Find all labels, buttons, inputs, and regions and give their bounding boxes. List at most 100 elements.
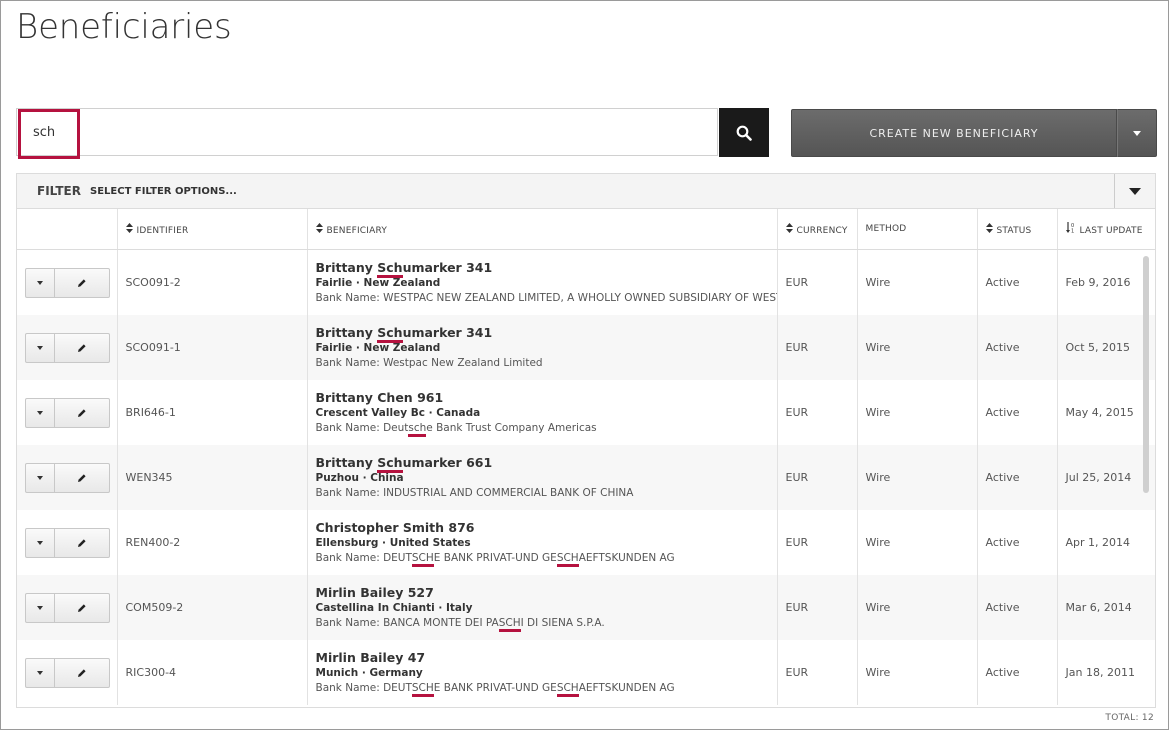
search-input[interactable]	[16, 108, 718, 156]
pencil-icon	[78, 278, 86, 287]
divider	[16, 707, 1156, 708]
cell-last-update: May 4, 2015	[1065, 406, 1134, 419]
beneficiary-name[interactable]: Brittany Schumarker 341	[316, 260, 777, 276]
row-menu-button[interactable]	[26, 268, 55, 297]
row-action-group	[25, 527, 110, 558]
table-header: IDENTIFIER BENEFICIARY CURRENCY METHOD S…	[17, 209, 1155, 250]
cell-beneficiary: Christopher Smith 876 Ellensburg · United…	[307, 510, 778, 575]
cell-last-update: Oct 5, 2015	[1057, 315, 1155, 380]
column-identifier[interactable]: IDENTIFIER	[117, 209, 308, 250]
beneficiary-name[interactable]: Christopher Smith 876	[316, 520, 777, 536]
beneficiary-name[interactable]: Mirlin Bailey 47	[316, 650, 777, 666]
cell-last-update: Feb 9, 2016	[1065, 276, 1131, 289]
column-actions	[17, 209, 118, 250]
table-row[interactable]: WEN345 Brittany Schumarker 661 Puzhou · Ch…	[17, 445, 1155, 510]
beneficiary-location: Fairlie · New Zealand	[315, 341, 441, 354]
cell-status: Active	[977, 445, 1058, 510]
cell-status: Active	[977, 510, 1058, 575]
cell-currency: EUR	[777, 380, 858, 445]
edit-button[interactable]	[55, 529, 109, 557]
table-row[interactable]: REN400-2 Christopher Smith 876 Ellensburg …	[17, 510, 1155, 575]
beneficiary-name[interactable]: Mirlin Bailey 527	[316, 585, 777, 601]
cell-method: Wire	[857, 380, 978, 445]
row-menu-button[interactable]	[26, 658, 55, 687]
row-actions	[17, 315, 118, 380]
beneficiaries-table: IDENTIFIER BENEFICIARY CURRENCY METHOD S…	[16, 209, 1156, 707]
beneficiary-location: Munich · Germany	[315, 666, 423, 679]
edit-button[interactable]	[55, 659, 109, 687]
beneficiary-bank: Bank Name: WESTPAC NEW ZEALAND LIMITED, …	[315, 291, 777, 304]
chevron-down-icon	[37, 605, 43, 610]
row-actions	[17, 575, 118, 640]
cell-beneficiary: Mirlin Bailey 527 Castellina In Chianti ·…	[307, 575, 778, 640]
chevron-down-icon	[37, 345, 43, 350]
sort-icon	[125, 222, 133, 235]
chevron-down-icon	[37, 670, 43, 675]
cell-identifier: WEN345	[117, 445, 308, 510]
create-options-dropdown[interactable]	[1117, 109, 1157, 157]
cell-last-update: Apr 1, 2014	[1065, 536, 1131, 549]
cell-status: Active	[977, 315, 1058, 380]
row-action-group	[25, 267, 110, 298]
column-beneficiary[interactable]: BENEFICIARY	[307, 209, 778, 250]
chevron-down-icon	[37, 475, 43, 480]
table-row[interactable]: SCO091-2 Brittany Schumarker 341 Fairlie ·…	[17, 249, 1155, 315]
cell-method: Wire	[857, 445, 978, 510]
svg-text:1: 1	[1071, 229, 1074, 234]
beneficiary-name[interactable]: Brittany Schumarker 341	[316, 325, 777, 341]
sort-icon	[785, 222, 793, 235]
row-menu-button[interactable]	[26, 398, 55, 427]
row-actions	[17, 249, 118, 315]
beneficiary-name[interactable]: Brittany Chen 961	[316, 390, 777, 406]
row-action-group	[25, 397, 110, 428]
column-currency[interactable]: CURRENCY	[777, 209, 858, 250]
row-menu-button[interactable]	[26, 528, 55, 557]
filter-options-select[interactable]: SELECT FILTER OPTIONS...	[90, 186, 237, 197]
cell-method: Wire	[857, 510, 978, 575]
column-status[interactable]: STATUS	[977, 209, 1058, 250]
search-icon	[736, 125, 752, 141]
search-button[interactable]	[719, 108, 769, 157]
beneficiary-location: Ellensburg · United States	[315, 536, 471, 549]
row-action-group	[25, 462, 110, 493]
total-count: TOTAL: 12	[1105, 713, 1154, 723]
create-beneficiary-button[interactable]: CREATE NEW BENEFICIARY	[791, 109, 1117, 157]
beneficiary-bank: Bank Name: BANCA MONTE DEI PASCHI DI SIE…	[316, 616, 777, 631]
app-window: Beneficiaries CREATE NEW BENEFICIARY FIL…	[0, 0, 1169, 730]
edit-button[interactable]	[55, 269, 109, 297]
cell-method: Wire	[857, 640, 978, 705]
filter-dropdown-toggle[interactable]	[1114, 174, 1155, 208]
pencil-icon	[78, 603, 86, 612]
filter-label: FILTER	[37, 184, 81, 198]
beneficiary-location: Castellina In Chianti · Italy	[315, 601, 473, 614]
row-menu-button[interactable]	[26, 593, 55, 622]
edit-button[interactable]	[55, 334, 109, 362]
edit-button[interactable]	[55, 464, 109, 492]
column-last-update[interactable]: 0 1 LAST UPDATE	[1057, 209, 1155, 250]
row-action-group	[25, 592, 110, 623]
scrollbar[interactable]	[1143, 256, 1149, 493]
cell-currency: EUR	[777, 249, 858, 315]
table-row[interactable]: SCO091-1 Brittany Schumarker 341 Fairlie ·…	[17, 315, 1155, 380]
beneficiary-name[interactable]: Brittany Schumarker 661	[316, 455, 777, 471]
edit-button[interactable]	[55, 594, 109, 622]
column-method[interactable]: METHOD	[857, 209, 978, 250]
cell-identifier: COM509-2	[117, 575, 308, 640]
cell-identifier: REN400-2	[117, 510, 308, 575]
table-row[interactable]: RIC300-4 Mirlin Bailey 47 Munich · Germany…	[17, 640, 1155, 705]
row-menu-button[interactable]	[26, 463, 55, 492]
cell-last-update: Jan 18, 2011	[1065, 666, 1135, 679]
pencil-icon	[78, 473, 86, 482]
cell-currency: EUR	[777, 575, 858, 640]
cell-beneficiary: Brittany Schumarker 661 Puzhou · China Ban…	[307, 445, 778, 510]
beneficiary-bank: Bank Name: DEUTSCHE BANK PRIVAT-UND GESC…	[316, 551, 777, 566]
table-row[interactable]: BRI646-1 Brittany Chen 961 Crescent Valley…	[17, 380, 1155, 445]
row-menu-button[interactable]	[26, 333, 55, 362]
cell-identifier: SCO091-1	[117, 315, 308, 380]
edit-button[interactable]	[55, 399, 109, 427]
chevron-down-icon	[37, 280, 43, 285]
search-bar	[16, 108, 769, 159]
table-row[interactable]: COM509-2 Mirlin Bailey 527 Castellina In C…	[17, 575, 1155, 640]
beneficiary-bank: Bank Name: Westpac New Zealand Limited	[315, 356, 543, 369]
chevron-down-icon	[1133, 130, 1141, 136]
